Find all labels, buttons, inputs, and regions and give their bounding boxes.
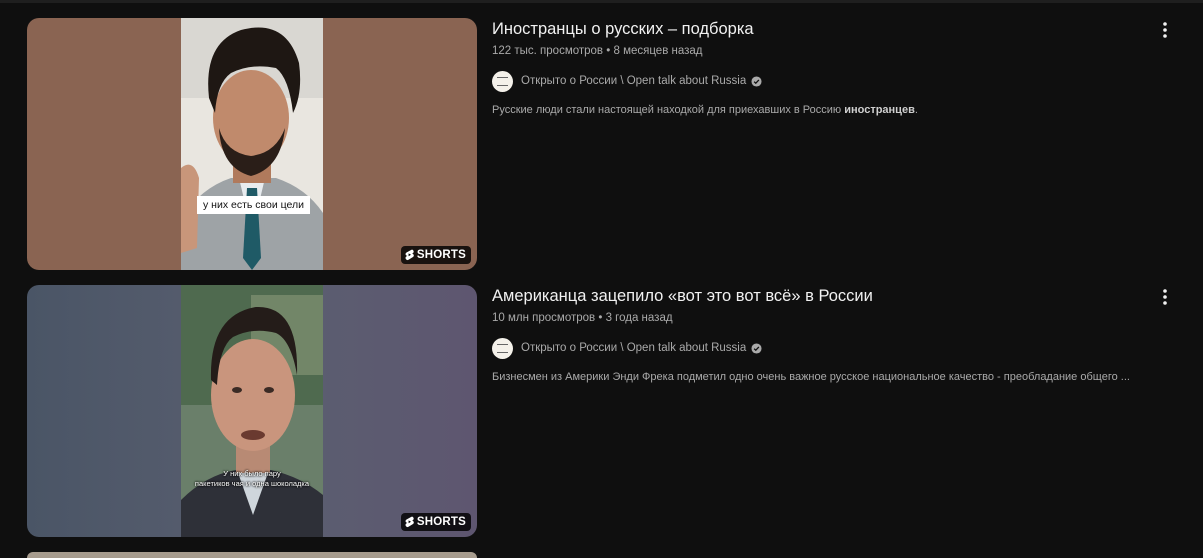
channel-name[interactable]: Открыто о России \ Open talk about Russi… [521,75,746,87]
more-vert-icon [1163,22,1167,38]
thumbnail-frame [181,285,323,537]
video-title[interactable]: Американца зацепило «вот это вот всё» в … [492,285,1142,307]
video-info: Иностранцы о русских – подборка 122 тыс.… [492,18,1142,116]
channel-row[interactable]: Открыто о России \ Open talk about Russi… [492,70,1142,92]
video-meta: 122 тыс. просмотров • 8 месяцев назад [492,45,703,57]
thumbnail-frame [181,18,323,270]
video-thumbnail[interactable] [27,552,477,558]
more-options-button[interactable] [1153,285,1177,309]
video-thumbnail[interactable]: У них было пару пакетиков чая и одна шок… [27,285,477,537]
view-count: 10 млн просмотров [492,312,596,324]
verified-check-icon [751,342,762,354]
channel-name[interactable]: Открыто о России \ Open talk about Russi… [521,342,746,354]
channel-avatar[interactable] [492,337,513,359]
top-divider [0,0,1203,3]
shorts-badge: SHORTS [400,246,471,264]
video-result[interactable]: у них есть свои цели SHORTS Иностранцы о… [27,18,1177,270]
video-info: Американца зацепило «вот это вот всё» в … [492,285,1142,383]
view-count: 122 тыс. просмотров [492,45,604,57]
video-meta: 10 млн просмотров • 3 года назад [492,312,673,324]
upload-age: 8 месяцев назад [613,45,703,57]
upload-age: 3 года назад [605,312,673,324]
shorts-logo-icon [405,516,414,528]
video-caption: у них есть свои цели [197,196,310,214]
shorts-badge: SHORTS [400,513,471,531]
more-options-button[interactable] [1153,18,1177,42]
video-title[interactable]: Иностранцы о русских – подборка [492,18,1142,40]
video-caption: У них было пару пакетиков чая и одна шок… [194,469,310,488]
channel-row[interactable]: Открыто о России \ Open talk about Russi… [492,337,1142,359]
video-thumbnail[interactable]: у них есть свои цели SHORTS [27,18,477,270]
more-vert-icon [1163,289,1167,305]
verified-check-icon [751,75,762,87]
channel-avatar[interactable] [492,70,513,92]
shorts-logo-icon [405,249,414,261]
search-results-page: у них есть свои цели SHORTS Иностранцы о… [0,0,1203,558]
video-description: Русские люди стали настоящей находкой дл… [492,104,918,116]
video-result[interactable] [27,552,1177,558]
video-result[interactable]: У них было пару пакетиков чая и одна шок… [27,285,1177,537]
video-description: Бизнесмен из Америки Энди Фрека подметил… [492,371,1130,383]
